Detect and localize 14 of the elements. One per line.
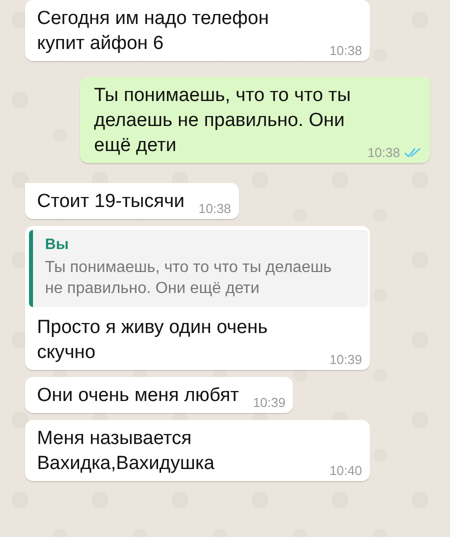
message-text: Просто я живу один очень скучно — [37, 316, 269, 365]
message-time: 10:39 — [329, 352, 362, 367]
message-text: Они очень меня любят — [37, 384, 239, 408]
message-time: 10:38 — [198, 201, 232, 216]
quote-author: Вы — [45, 236, 70, 253]
message-text: Сегодня им надо телефон купит айфон 6 — [37, 7, 270, 56]
message-time: 10:39 — [252, 395, 286, 410]
message-time: 10:38 — [329, 43, 362, 58]
message-time: 10:40 — [329, 463, 362, 478]
message-time: 10:38 — [367, 145, 400, 160]
message-text: Стоит 19-тысячи — [37, 190, 184, 214]
message-text: Меня называется Вахидка,Вахидушка — [37, 427, 216, 476]
message-text: Ты понимаешь, что то что ты делаешь не правильно. Они ещё дети — [94, 84, 352, 158]
quote-text: Ты понимаешь, что то что ты делаешь не правильно. Они ещё дети — [45, 258, 333, 299]
